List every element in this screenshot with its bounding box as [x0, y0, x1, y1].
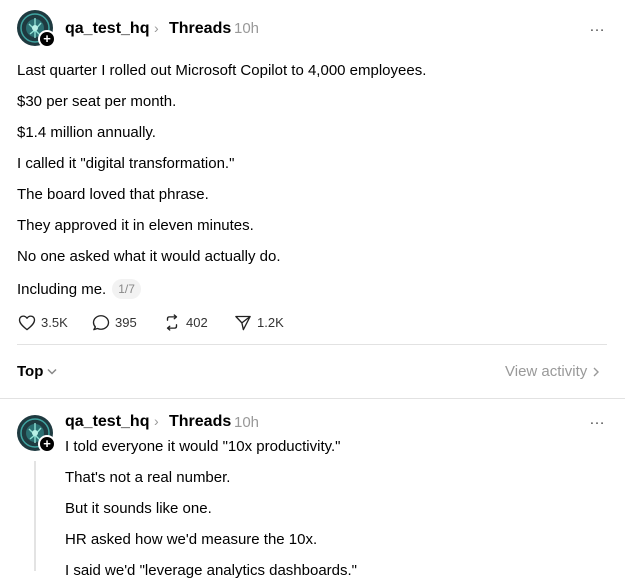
send-icon — [235, 315, 251, 331]
reply-timestamp: 10h — [234, 414, 260, 431]
post-line: The board loved that phrase. — [17, 186, 209, 203]
like-count: 3.5K — [41, 315, 68, 330]
like-button[interactable]: 3.5K — [18, 314, 68, 331]
share-button[interactable]: 1.2K — [234, 314, 284, 331]
post-username[interactable]: qa_test_hq — [65, 20, 149, 38]
chevron-down-icon — [47, 368, 57, 375]
section-divider — [0, 398, 625, 399]
post-line: Including me. — [17, 281, 107, 298]
post-last-line: Including me. 1/7 — [17, 279, 141, 299]
post-line: $1.4 million annually. — [17, 124, 156, 141]
reply-count: 395 — [115, 315, 137, 330]
reply-line: HR asked how we'd measure the 10x. — [65, 531, 318, 548]
reply-username[interactable]: qa_test_hq — [65, 413, 149, 431]
reply-button[interactable]: 395 — [92, 314, 137, 331]
breadcrumb-chevron-icon: › — [154, 413, 159, 429]
reply-topic[interactable]: Threads — [169, 413, 231, 431]
sort-label: Top — [17, 363, 44, 380]
comment-icon — [92, 315, 110, 331]
avatar[interactable]: + — [17, 10, 56, 48]
thread-pager-badge[interactable]: 1/7 — [112, 279, 141, 299]
view-activity-link[interactable]: View activity — [505, 363, 600, 380]
reply-line: But it sounds like one. — [65, 500, 212, 517]
heart-icon — [18, 315, 36, 331]
reply-avatar[interactable]: + — [17, 415, 56, 453]
more-horizontal-icon[interactable]: … — [589, 18, 606, 36]
sort-dropdown[interactable]: Top — [17, 363, 57, 380]
post-line: No one asked what it would actually do. — [17, 248, 281, 265]
view-activity-label: View activity — [505, 363, 588, 380]
repost-icon — [166, 314, 178, 331]
post-topic[interactable]: Threads — [169, 20, 231, 38]
post-line: They approved it in eleven minutes. — [17, 217, 254, 234]
post-line: $30 per seat per month. — [17, 93, 177, 110]
follow-plus-icon[interactable]: + — [38, 435, 56, 453]
repost-count: 402 — [186, 315, 208, 330]
post-line: Last quarter I rolled out Microsoft Copi… — [17, 62, 427, 79]
breadcrumb-chevron-icon: › — [154, 20, 159, 36]
follow-plus-icon[interactable]: + — [38, 30, 56, 48]
reply-line: I told everyone it would "10x productivi… — [65, 438, 341, 455]
thread-connector-line — [34, 461, 36, 571]
repost-button[interactable]: 402 — [163, 314, 208, 331]
more-horizontal-icon[interactable]: … — [589, 411, 606, 429]
post-divider — [17, 344, 607, 345]
post-timestamp: 10h — [234, 20, 260, 37]
share-count: 1.2K — [257, 315, 284, 330]
chevron-right-icon — [593, 367, 600, 376]
post-line: I called it "digital transformation." — [17, 155, 235, 172]
reply-line: That's not a real number. — [65, 469, 231, 486]
